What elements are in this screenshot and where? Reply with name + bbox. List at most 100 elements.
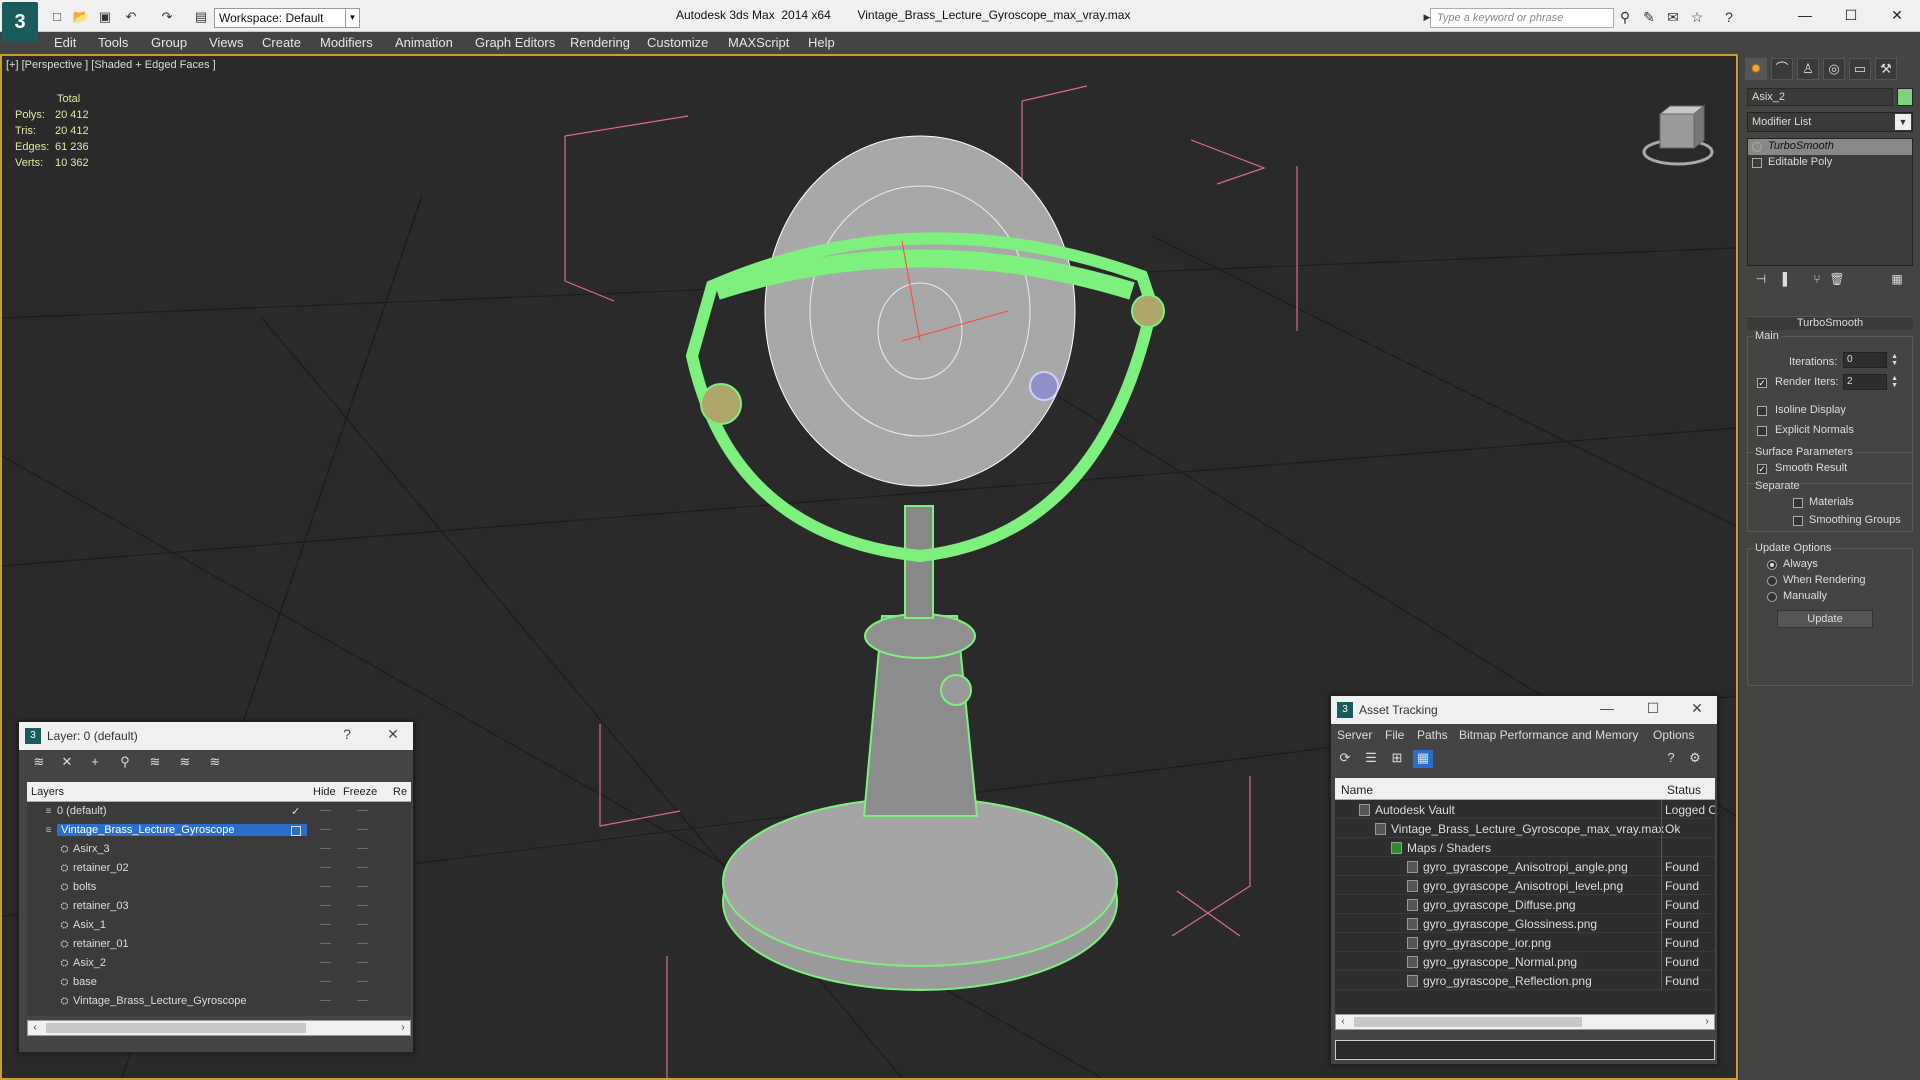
asset-row[interactable]: Maps / Shaders <box>1335 838 1715 857</box>
menu-tools[interactable]: Tools <box>98 35 128 50</box>
utilities-tab-icon[interactable]: ⚒ <box>1875 58 1897 80</box>
help-icon[interactable]: ? <box>1661 750 1681 768</box>
hierarchy-tab-icon[interactable]: ♙ <box>1797 58 1819 80</box>
menu-maxscript[interactable]: MAXScript <box>728 35 789 50</box>
pin-stack-icon[interactable]: ⊣ <box>1751 272 1771 290</box>
column-layers[interactable]: Layers <box>31 786 64 798</box>
menu-rendering[interactable]: Rendering <box>570 35 630 50</box>
layer-row[interactable]: ≡ Vintage_Brass_Lecture_Gyroscope –– –– <box>27 822 411 840</box>
minimize-icon[interactable]: — <box>1597 700 1617 716</box>
scroll-left-icon[interactable]: ‹ <box>1336 1015 1350 1029</box>
list-view-icon[interactable]: ☰ <box>1361 750 1381 768</box>
layer-row[interactable]: ≡ 0 (default) ✓ –– –– <box>27 803 411 821</box>
expand-icon[interactable] <box>1752 158 1762 168</box>
layer-tree[interactable]: ≡ 0 (default) ✓ –– –– ≡ Vintage_Brass_Lecture_… <box>27 802 411 1016</box>
asset-horizontal-scrollbar[interactable]: ‹ › <box>1335 1014 1715 1030</box>
scroll-thumb[interactable] <box>1354 1017 1582 1027</box>
layer-row[interactable]: ⛭ retainer_01 –– –– <box>27 936 411 954</box>
project-folder-icon[interactable]: ▤ <box>192 8 210 26</box>
open-file-icon[interactable]: 📂 <box>72 8 90 26</box>
smooth-result-checkbox[interactable]: ✓ <box>1757 464 1767 474</box>
iterations-spinner[interactable]: 0 ▲ ▼ <box>1843 352 1898 368</box>
configure-sets-icon[interactable]: ▦ <box>1887 272 1907 290</box>
column-render[interactable]: Re <box>393 786 407 798</box>
always-radio[interactable] <box>1767 560 1777 570</box>
close-icon[interactable]: ✕ <box>1687 700 1707 717</box>
display-tab-icon[interactable]: ▭ <box>1849 58 1871 80</box>
column-name[interactable]: Name <box>1341 783 1373 797</box>
subscription-icon[interactable]: ✎ <box>1640 8 1658 26</box>
binoculars-icon[interactable]: ⚲ <box>1616 8 1634 26</box>
layer-row[interactable]: ⛭ Asix_2 –– –– <box>27 955 411 973</box>
maximize-button[interactable]: ☐ <box>1828 0 1874 32</box>
settings-icon[interactable]: ⚙ <box>1685 750 1705 768</box>
undo-icon[interactable]: ↶ <box>122 8 140 26</box>
menu-options[interactable]: Options <box>1653 728 1694 742</box>
stack-item-turbosmooth[interactable]: TurboSmooth <box>1748 139 1912 155</box>
light-bulb-icon[interactable] <box>1752 142 1762 152</box>
help-button[interactable]: ? <box>337 726 357 742</box>
layer-row[interactable]: ⛭ retainer_03 –– –– <box>27 898 411 916</box>
freeze-toggle-icon[interactable]: –– <box>357 805 368 816</box>
hide-toggle-icon[interactable]: –– <box>320 805 331 816</box>
close-button[interactable]: ✕ <box>1874 0 1920 32</box>
object-color-swatch[interactable] <box>1897 88 1913 106</box>
spinner-arrows-icon[interactable]: ▲ ▼ <box>1891 353 1898 367</box>
hide-all-icon[interactable]: ≋ <box>175 754 195 772</box>
layers-icon[interactable]: ≋ <box>29 754 49 772</box>
render-iters-checkbox[interactable]: ✓ <box>1757 378 1767 388</box>
workspace-dropdown[interactable]: Workspace: Default ▼ <box>214 8 360 28</box>
menu-edit[interactable]: Edit <box>54 35 76 50</box>
when-rendering-radio[interactable] <box>1767 576 1777 586</box>
column-status[interactable]: Status <box>1667 783 1701 797</box>
freeze-toggle-icon[interactable]: –– <box>357 919 368 930</box>
materials-checkbox[interactable] <box>1793 498 1803 508</box>
freeze-all-icon[interactable]: ≋ <box>205 754 225 772</box>
hide-toggle-icon[interactable]: –– <box>320 938 331 949</box>
asset-row[interactable]: Autodesk Vault Logged Out <box>1335 800 1715 819</box>
redo-icon[interactable]: ↷ <box>158 8 176 26</box>
object-name-field[interactable]: Asix_2 <box>1747 88 1893 106</box>
column-hide[interactable]: Hide <box>313 786 336 798</box>
freeze-toggle-icon[interactable]: –– <box>357 824 368 835</box>
hide-toggle-icon[interactable]: –– <box>320 824 331 835</box>
turbosmooth-rollout-header[interactable]: TurboSmooth <box>1747 316 1913 330</box>
communication-icon[interactable]: ✉ <box>1664 8 1682 26</box>
layer-row[interactable]: ⛭ Asix_1 –– –– <box>27 917 411 935</box>
maximize-icon[interactable]: ☐ <box>1643 700 1663 717</box>
freeze-toggle-icon[interactable]: –– <box>357 995 368 1006</box>
remove-modifier-icon[interactable]: 🗑 <box>1827 272 1847 290</box>
hide-toggle-icon[interactable]: –– <box>320 957 331 968</box>
menu-modifiers[interactable]: Modifiers <box>320 35 373 50</box>
freeze-toggle-icon[interactable]: –– <box>357 843 368 854</box>
freeze-toggle-icon[interactable]: –– <box>357 976 368 987</box>
refresh-icon[interactable]: ⟳ <box>1335 750 1355 768</box>
asset-row[interactable]: gyro_gyrascope_Normal.png Found <box>1335 952 1715 971</box>
scroll-thumb[interactable] <box>46 1023 306 1033</box>
smoothing-groups-checkbox[interactable] <box>1793 516 1803 526</box>
menu-paths[interactable]: Paths <box>1417 728 1448 742</box>
layer-horizontal-scrollbar[interactable]: ‹ › <box>27 1020 411 1036</box>
modifier-list-dropdown[interactable]: Modifier List ▼ <box>1747 112 1913 132</box>
asset-window-titlebar[interactable]: 3 Asset Tracking — ☐ ✕ <box>1331 696 1717 724</box>
freeze-toggle-icon[interactable]: –– <box>357 900 368 911</box>
spinner-arrows-icon[interactable]: ▲ ▼ <box>1891 375 1898 389</box>
layer-row[interactable]: ⛭ Asirx_3 –– –– <box>27 841 411 859</box>
freeze-toggle-icon[interactable]: –– <box>357 938 368 949</box>
add-icon[interactable]: + <box>85 754 105 772</box>
close-icon[interactable]: ✕ <box>383 726 403 743</box>
modifier-stack[interactable]: TurboSmooth Editable Poly <box>1747 138 1913 266</box>
asset-path-field[interactable] <box>1335 1040 1715 1060</box>
menu-graph-editors[interactable]: Graph Editors <box>475 35 555 50</box>
hide-toggle-icon[interactable]: –– <box>320 843 331 854</box>
update-button[interactable]: Update <box>1777 610 1873 628</box>
hide-toggle-icon[interactable]: –– <box>320 881 331 892</box>
star-icon[interactable]: ☆ <box>1688 8 1706 26</box>
hide-toggle-icon[interactable]: –– <box>320 976 331 987</box>
layer-row[interactable]: ⛭ retainer_02 –– –– <box>27 860 411 878</box>
column-freeze[interactable]: Freeze <box>343 786 377 798</box>
hide-toggle-icon[interactable]: –– <box>320 900 331 911</box>
help-icon[interactable]: ? <box>1720 8 1738 26</box>
tree-view-icon[interactable]: ⊞ <box>1387 750 1407 768</box>
layer-active-box-icon[interactable] <box>291 826 301 836</box>
